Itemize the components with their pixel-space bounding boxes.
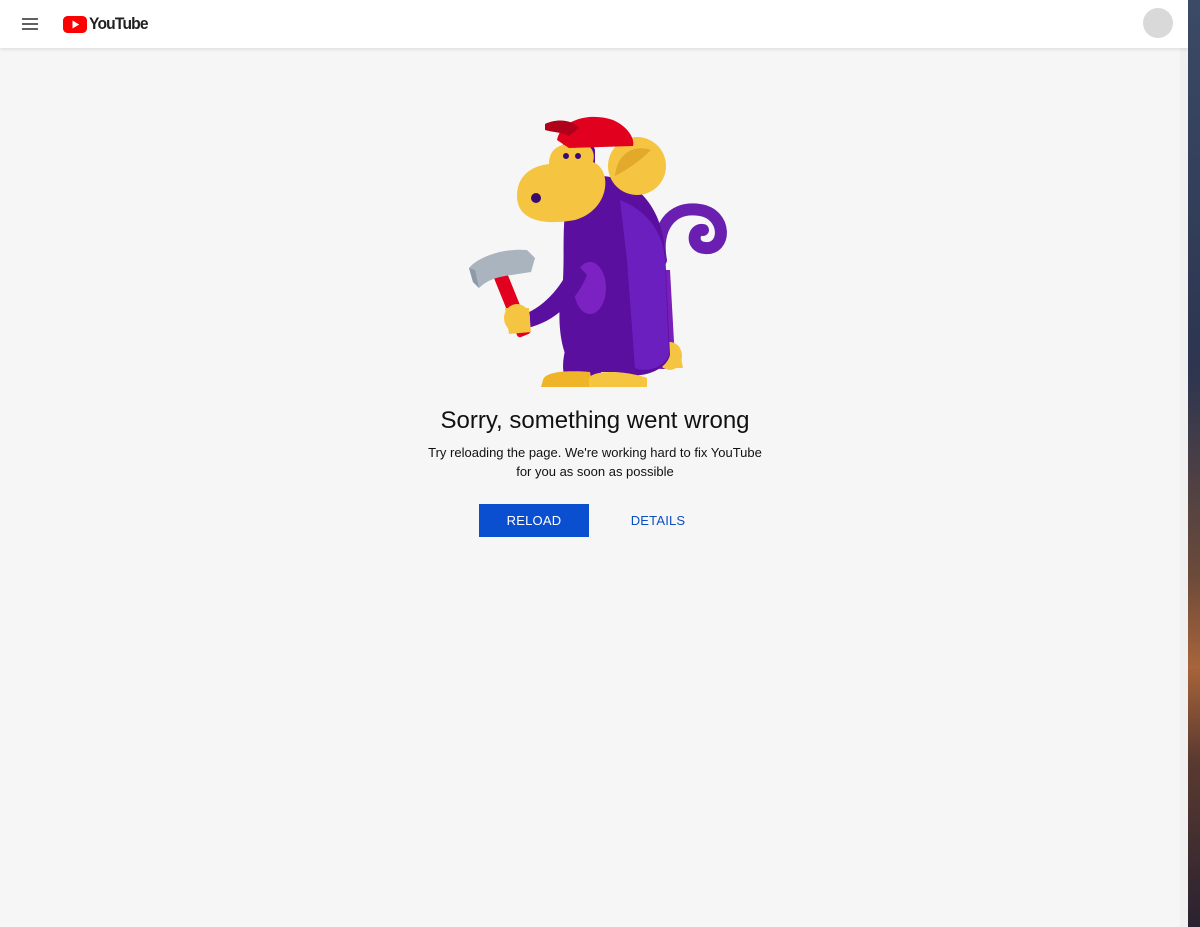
monkey-with-hammer-icon bbox=[469, 116, 727, 387]
error-title: Sorry, something went wrong bbox=[440, 407, 750, 434]
desktop-wallpaper-strip bbox=[1188, 0, 1200, 927]
details-button[interactable]: DETAILS bbox=[605, 504, 711, 537]
youtube-logo-text: YouTube bbox=[89, 14, 149, 33]
browser-viewport: YouTube Sorry, something went wrong Try … bbox=[0, 0, 1188, 927]
error-message-line: Try reloading the page. We're working ha… bbox=[428, 445, 762, 460]
masthead: YouTube bbox=[0, 0, 1188, 48]
reload-button[interactable]: RELOAD bbox=[479, 504, 589, 537]
account-avatar-icon[interactable] bbox=[1143, 8, 1173, 38]
youtube-logo[interactable]: YouTube bbox=[63, 13, 153, 35]
youtube-play-icon bbox=[63, 15, 87, 33]
hamburger-menu-icon[interactable] bbox=[20, 14, 40, 34]
scrollbar[interactable] bbox=[1180, 0, 1188, 927]
error-message-line: for you as soon as possible bbox=[516, 464, 674, 479]
error-message: Try reloading the page. We're working ha… bbox=[0, 443, 1188, 481]
